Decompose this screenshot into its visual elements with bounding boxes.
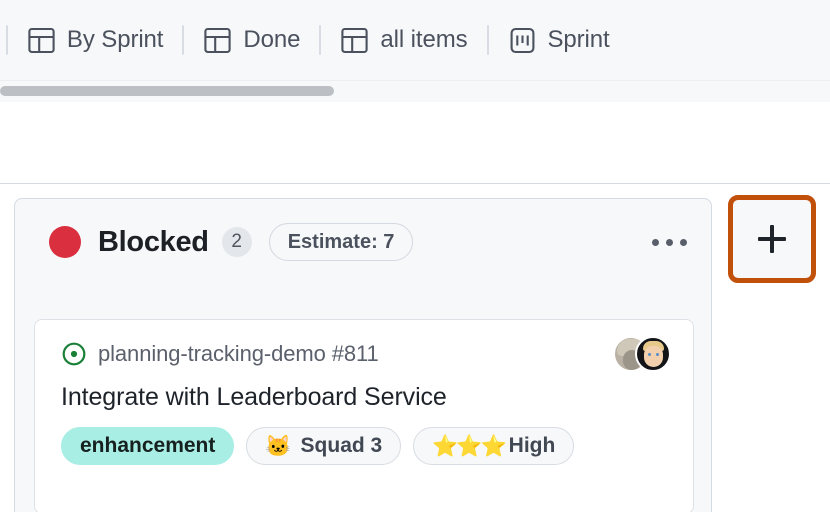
column-title: Blocked	[98, 225, 209, 258]
table-icon	[340, 26, 369, 55]
issue-card-header: planning-tracking-demo #811	[61, 336, 671, 372]
tab-sprint-board[interactable]: Sprint	[489, 14, 629, 66]
label-squad-3[interactable]: 🐱 Squad 3	[246, 427, 402, 465]
issue-labels: enhancement 🐱 Squad 3 ⭐⭐⭐ High	[61, 427, 671, 465]
issue-title: Integrate with Leaderboard Service	[61, 383, 447, 411]
tab-done[interactable]: Done	[184, 14, 319, 66]
kebab-horizontal-icon[interactable]	[646, 231, 693, 254]
column-estimate-badge: Estimate: 7	[268, 223, 414, 261]
plus-icon	[758, 225, 786, 253]
status-dot-icon	[49, 226, 81, 258]
label-priority-high[interactable]: ⭐⭐⭐ High	[413, 427, 575, 465]
view-tab-bar: s By Sprint Done	[0, 0, 830, 80]
label-priority-high-text: High	[508, 434, 556, 457]
cat-face-icon: 🐱	[265, 434, 292, 458]
avatar-memoji[interactable]	[635, 336, 671, 372]
tab-by-sprint-label: By Sprint	[66, 26, 164, 53]
tab-sprint-board-label: Sprint	[547, 26, 610, 53]
tab-done-label: Done	[243, 26, 301, 53]
label-enhancement-text: enhancement	[80, 434, 216, 457]
scrollbar-thumb[interactable]	[0, 86, 334, 96]
board-column-blocked: Blocked 2 Estimate: 7 planning-tracking-…	[14, 198, 712, 512]
assignee-avatars[interactable]	[613, 336, 671, 372]
board-icon	[508, 26, 537, 55]
add-column-button[interactable]	[728, 195, 816, 283]
board-toolbar-spacer	[0, 102, 830, 184]
tab-all-items-label: all items	[380, 26, 468, 53]
issue-open-icon	[61, 341, 87, 367]
board-screen: s By Sprint Done	[0, 0, 830, 512]
label-enhancement[interactable]: enhancement	[61, 427, 235, 465]
table-icon	[203, 26, 232, 55]
issue-card[interactable]: planning-tracking-demo #811 Integrate wi…	[34, 319, 694, 512]
tab-all-items[interactable]: all items	[321, 14, 486, 66]
table-icon	[27, 26, 56, 55]
label-squad-3-text: Squad 3	[300, 434, 383, 457]
board-canvas: Blocked 2 Estimate: 7 planning-tracking-…	[0, 185, 830, 512]
column-header: Blocked 2 Estimate: 7	[15, 199, 711, 285]
horizontal-scrollbar[interactable]	[0, 80, 830, 102]
tab-by-sprint[interactable]: By Sprint	[8, 14, 182, 66]
star-rating-icon: ⭐⭐⭐	[432, 434, 506, 458]
issue-repo-reference: planning-tracking-demo #811	[98, 341, 379, 366]
column-item-count: 2	[221, 227, 252, 257]
